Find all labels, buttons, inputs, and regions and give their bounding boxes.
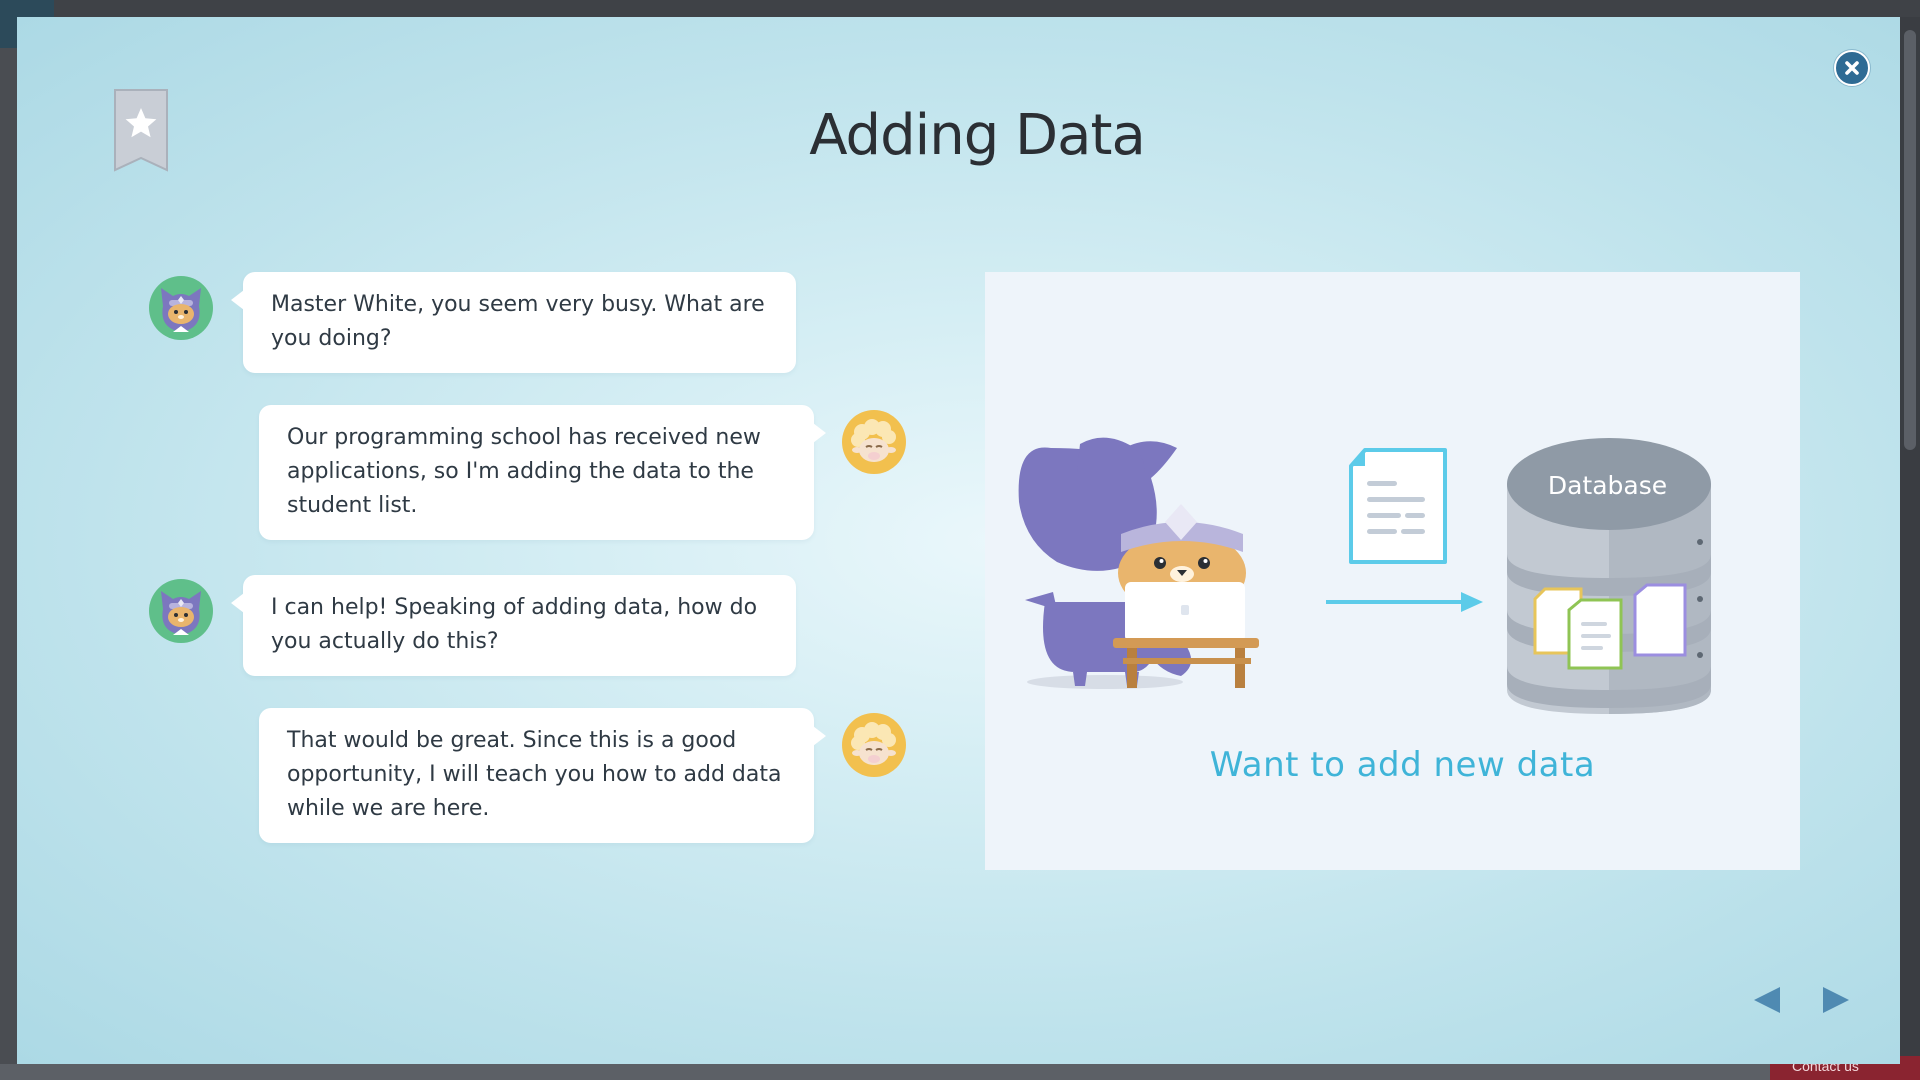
chat-message-4: That would be great. Since this is a goo… [259, 708, 826, 843]
bookmark-star-icon [114, 89, 168, 172]
master-white-avatar [842, 713, 906, 777]
document-icon [1349, 448, 1447, 564]
triangle-right-icon [1823, 987, 1849, 1013]
arrow-right-icon [1326, 592, 1483, 612]
chat-message-text: Master White, you seem very busy. What a… [271, 292, 765, 351]
chat-message-text: That would be great. Since this is a goo… [287, 728, 782, 821]
next-slide-button[interactable] [1819, 983, 1853, 1017]
page-scrollbar-thumb[interactable] [1904, 30, 1916, 450]
chat-message-2: Our programming school has received new … [259, 405, 826, 540]
chat-message-1: Master White, you seem very busy. What a… [231, 272, 796, 373]
page-title: Adding Data [809, 103, 1146, 168]
illustration-caption: Want to add new data [1209, 745, 1596, 785]
chat-message-text: I can help! Speaking of adding data, how… [271, 595, 758, 654]
database-label: Database [1547, 471, 1668, 500]
bookmark-button[interactable] [111, 88, 171, 172]
lesson-modal: Adding Data Master White, you seem very … [17, 17, 1900, 1064]
previous-slide-button[interactable] [1750, 983, 1784, 1017]
background-footer [0, 1064, 1920, 1080]
background-header [0, 0, 1920, 17]
sheep-avatar-icon [842, 713, 906, 777]
ninja-cat-avatar-icon [149, 276, 213, 340]
ninja-cat-avatar [149, 579, 213, 643]
chat-message-text: Our programming school has received new … [287, 425, 761, 518]
close-button[interactable] [1834, 50, 1870, 86]
close-icon [1845, 61, 1859, 75]
ninja-cat-avatar [149, 276, 213, 340]
master-white-avatar [842, 410, 906, 474]
ninja-cat-avatar-icon [149, 579, 213, 643]
sheep-avatar-icon [842, 410, 906, 474]
triangle-left-icon [1754, 987, 1780, 1013]
chat-message-3: I can help! Speaking of adding data, how… [231, 575, 796, 676]
illustration-panel: Database Want to add new data [985, 272, 1800, 870]
